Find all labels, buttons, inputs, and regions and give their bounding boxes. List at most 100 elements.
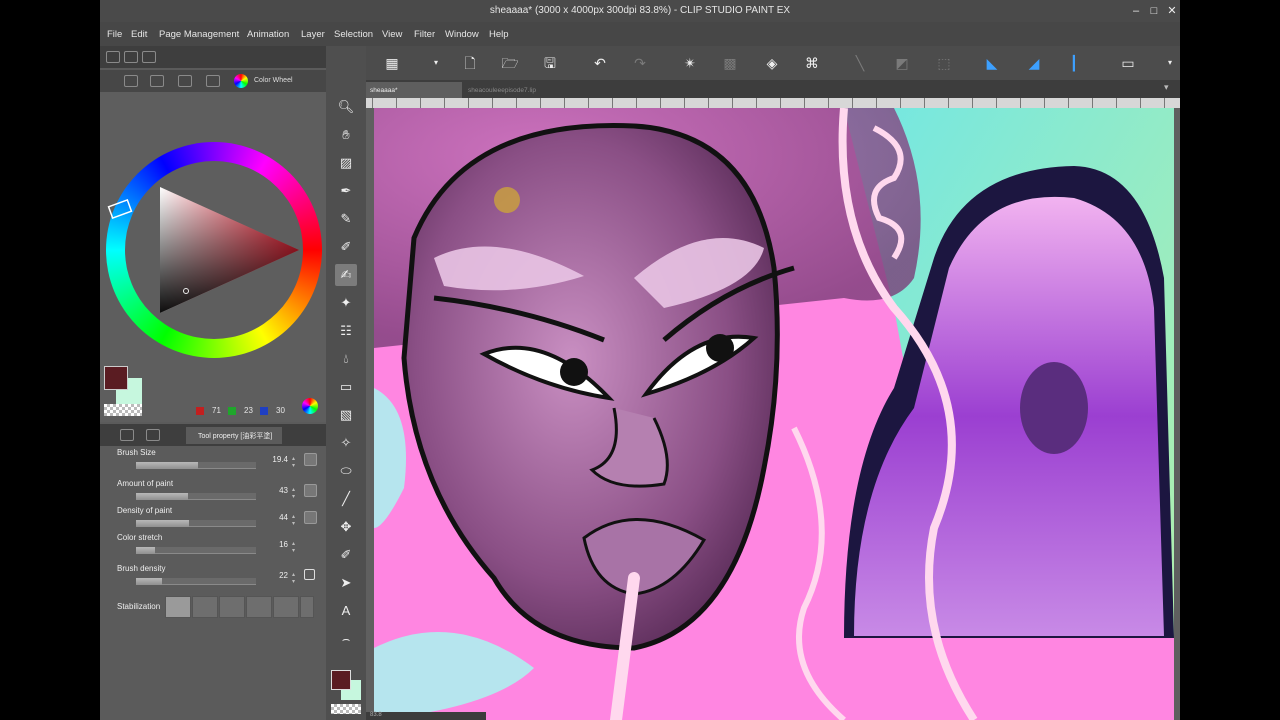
stabilization-level[interactable] <box>246 596 272 618</box>
panel-tab-icon[interactable] <box>120 429 134 441</box>
spinner-icon[interactable]: ▴ ▾ <box>292 540 295 554</box>
stabilization-level[interactable] <box>273 596 299 618</box>
snap-icon[interactable]: ✴ <box>680 53 700 73</box>
eraser-tool-icon[interactable]: ▭ <box>335 376 357 398</box>
brush-cursor <box>494 187 520 213</box>
balloon-tool-icon[interactable]: ⌢ <box>335 628 357 650</box>
gradient-tool-icon[interactable]: ▨ <box>335 152 357 174</box>
clear-selection-icon[interactable]: ▩ <box>720 53 740 73</box>
pencil-tool-icon[interactable]: ✎ <box>335 208 357 230</box>
panel-tab-icon[interactable] <box>146 429 160 441</box>
blend-tool-icon[interactable]: 💧︎ <box>335 348 357 370</box>
slider-fill <box>136 493 188 500</box>
lasso-tool-icon[interactable]: ⬭ <box>335 460 357 482</box>
pressure-settings-icon[interactable] <box>304 453 317 466</box>
spinner-icon[interactable]: ▴ ▾ <box>292 486 295 500</box>
redo-icon[interactable]: ↷ <box>630 53 650 73</box>
spinner-icon[interactable]: ▴ ▾ <box>292 455 295 469</box>
open-folder-icon[interactable]: 🗁 <box>500 53 520 73</box>
color-triangle-layer <box>107 187 299 313</box>
main-color-swatch[interactable] <box>104 366 128 390</box>
erase-icon[interactable]: ◈ <box>762 53 782 73</box>
menu-help[interactable]: Help <box>489 29 509 40</box>
fill-selection-icon[interactable]: ◩ <box>892 53 912 73</box>
text-tool-icon[interactable]: A <box>335 600 357 622</box>
stabilization-level[interactable] <box>192 596 218 618</box>
fill-tool-icon[interactable]: ▧ <box>335 404 357 426</box>
cloud-shape <box>374 632 534 720</box>
slider-fill <box>136 578 163 585</box>
close-icon[interactable]: ✕ <box>1164 3 1180 19</box>
auto-select-tool-icon[interactable]: ✧ <box>335 432 357 454</box>
chevron-down-icon[interactable]: ▾ <box>1160 53 1180 73</box>
color-stretch-slider[interactable] <box>136 547 256 554</box>
snap-ruler-icon[interactable]: ◣ <box>982 53 1002 73</box>
color-stretch-value[interactable]: 16 <box>248 540 288 549</box>
command-bar: ▦ ▾ 🗋 🗁 🖫 ↶ ↷ ✴ ▩ ◈ ⌘ ╲ ◩ ⬚ ◣ ◢ ┃ ▭ ▾ <box>366 46 1180 80</box>
airbrush-tool-icon[interactable]: ☷ <box>335 320 357 342</box>
slider-fill <box>136 462 199 469</box>
menu-window[interactable]: Window <box>445 29 479 40</box>
tool-main-color-swatch[interactable] <box>331 670 351 690</box>
zoom-tool-icon[interactable]: 🔍︎ <box>335 96 357 118</box>
undo-icon[interactable]: ↶ <box>590 53 610 73</box>
app-window: sheaaaa* (3000 x 4000px 300dpi 83.8%) - … <box>100 0 1180 720</box>
move-tool-icon[interactable]: ✥ <box>335 516 357 538</box>
menu-filter[interactable]: Filter <box>414 29 435 40</box>
transparent-color-swatch[interactable] <box>104 404 142 416</box>
maximize-icon[interactable]: □ <box>1146 3 1162 19</box>
pen-tool-icon[interactable]: ✒ <box>335 180 357 202</box>
density-of-paint-slider[interactable] <box>136 520 256 527</box>
pressure-settings-icon[interactable] <box>304 484 317 497</box>
brush-size-slider[interactable] <box>136 462 256 469</box>
menu-selection[interactable]: Selection <box>334 29 373 40</box>
amount-of-paint-value[interactable]: 43 <box>248 486 288 495</box>
spinner-icon[interactable]: ▴ ▾ <box>292 513 295 527</box>
paint-brush-tool-icon[interactable]: ✍︎ <box>335 264 357 286</box>
snap-grid-icon[interactable]: ┃ <box>1064 53 1084 73</box>
menu-view[interactable]: View <box>382 29 402 40</box>
photo-face <box>1020 362 1088 454</box>
selection-border-icon[interactable]: ⬚ <box>934 53 954 73</box>
document-tab-bar: sheaaaa* sheacouleeepisode7.lip ▾ <box>366 80 1180 98</box>
tool-transparent-swatch[interactable] <box>331 704 361 714</box>
brush-size-value[interactable]: 19.4 <box>248 455 288 464</box>
tab-menu-icon[interactable]: ▾ <box>1164 82 1169 93</box>
stabilization-arrow-icon[interactable] <box>300 596 314 618</box>
document-tab-episode7[interactable]: sheacouleeepisode7.lip <box>464 82 564 98</box>
green-value: 23 <box>244 406 253 415</box>
density-of-paint-value[interactable]: 44 <box>248 513 288 522</box>
line-tool-icon[interactable]: ╱ <box>335 488 357 510</box>
tool-property-tab-label: Tool property [油彩平塗] <box>198 433 273 440</box>
tool-property-tab[interactable]: Tool property [油彩平塗] <box>186 427 282 444</box>
eyedropper-tool-icon[interactable]: ✐ <box>335 544 357 566</box>
blue-value: 30 <box>276 406 285 415</box>
deselect-icon[interactable]: ╲ <box>850 53 870 73</box>
grid-menu-icon[interactable]: ▦ <box>382 53 402 73</box>
decoration-tool-icon[interactable]: ✦ <box>335 292 357 314</box>
chevron-down-icon[interactable]: ▾ <box>426 53 446 73</box>
new-file-icon[interactable]: 🗋 <box>460 53 480 73</box>
document-tab-sheaaaa[interactable]: sheaaaa* <box>366 82 462 98</box>
brush-tool-icon[interactable]: ✐ <box>335 236 357 258</box>
window-layout-icon[interactable]: ▭ <box>1118 53 1138 73</box>
blue-channel-icon <box>260 407 268 415</box>
brush-density-slider[interactable] <box>136 578 256 585</box>
minimize-icon[interactable]: – <box>1128 3 1144 19</box>
brush-density-value[interactable]: 22 <box>248 571 288 580</box>
color-mode-icon[interactable] <box>302 398 318 414</box>
spinner-icon[interactable]: ▴ ▾ <box>292 571 295 585</box>
hue-marker[interactable] <box>107 198 133 220</box>
stabilization-level[interactable] <box>165 596 191 618</box>
hand-tool-icon[interactable]: ✋︎ <box>335 124 357 146</box>
drawing-canvas[interactable] <box>374 108 1174 720</box>
slider-fill <box>136 520 189 527</box>
pressure-settings-icon[interactable] <box>304 511 317 524</box>
stabilization-level[interactable] <box>219 596 245 618</box>
checkbox-icon[interactable] <box>304 569 315 580</box>
amount-of-paint-slider[interactable] <box>136 493 256 500</box>
object-tool-icon[interactable]: ➤ <box>335 572 357 594</box>
save-icon[interactable]: 🖫 <box>540 53 560 73</box>
snap-special-ruler-icon[interactable]: ◢ <box>1024 53 1044 73</box>
transform-icon[interactable]: ⌘ <box>802 53 822 73</box>
